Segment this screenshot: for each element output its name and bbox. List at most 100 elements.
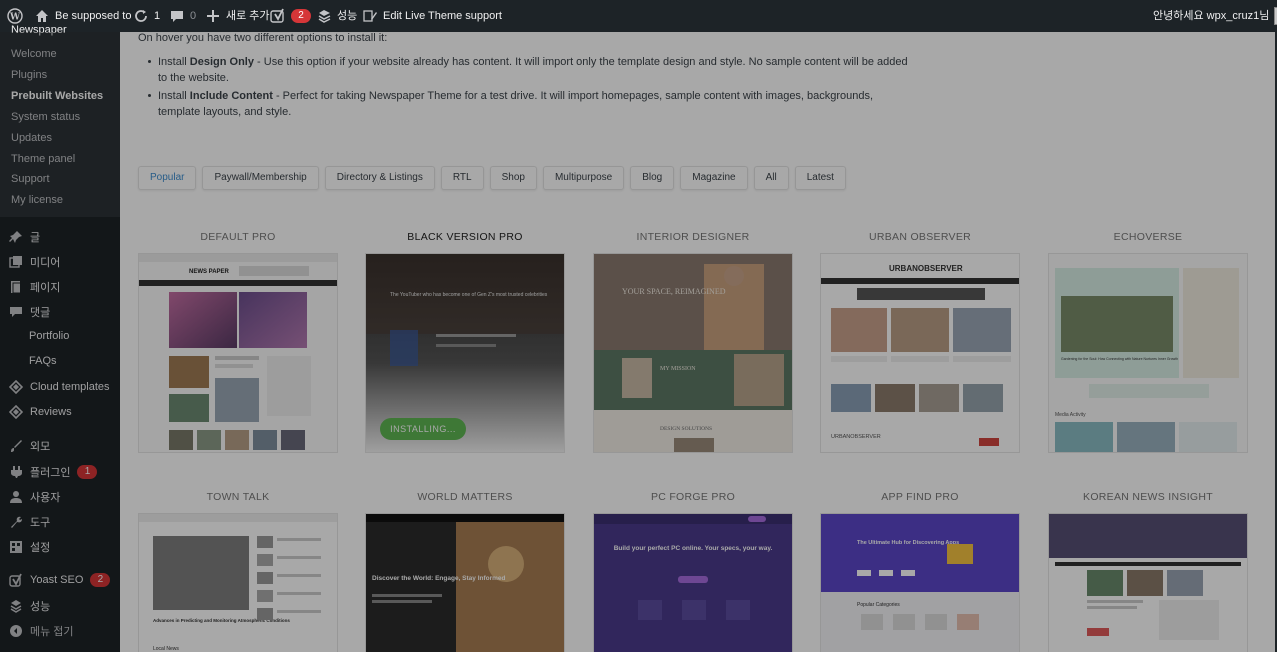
tab-paywall-membership[interactable]: Paywall/Membership — [202, 166, 319, 190]
menu-reviews[interactable]: Reviews — [9, 405, 72, 419]
menu-appearance-label: 외모 — [30, 441, 51, 453]
menu-portfolio[interactable]: Portfolio — [29, 330, 69, 342]
code-diamond-icon — [9, 405, 23, 419]
option-include-content: Install Include Content - Perfect for ta… — [148, 88, 918, 120]
thumb-world-matters[interactable]: Discover the World: Engage, Stay Informe… — [365, 513, 565, 652]
thumb-black-headline: The YouTuber who has become one of Gen Z… — [390, 292, 548, 298]
menu-collapse[interactable]: 메뉴 접기 — [9, 623, 74, 639]
card-title-pc-forge-pro: PC FORGE PRO — [650, 491, 736, 503]
submenu-plugins[interactable]: Plugins — [11, 69, 47, 81]
menu-faqs[interactable]: FAQs — [29, 355, 57, 367]
thumb-echoverse[interactable]: Gardening for the Soul: How Connecting w… — [1048, 253, 1248, 453]
tab-rtl[interactable]: RTL — [440, 166, 484, 190]
thumb-urban-sub: URBANOBSERVER — [831, 434, 881, 440]
performance-icon — [10, 600, 22, 613]
card-title-echoverse: ECHOVERSE — [1113, 231, 1183, 243]
menu-faqs-label: FAQs — [29, 355, 57, 367]
theme-support-label: Theme support — [428, 10, 502, 22]
menu-yoast[interactable]: Yoast SEO 2 — [9, 573, 111, 587]
tab-shop[interactable]: Shop — [489, 166, 537, 190]
updates-link[interactable]: 1 — [133, 0, 160, 32]
thumb-default-pro[interactable]: NEWS PAPER — [138, 253, 338, 453]
comments-count: 0 — [190, 10, 197, 22]
category-tabs: Popular Paywall/Membership Directory & L… — [138, 166, 846, 190]
card-title-world-matters: WORLD MATTERS — [417, 491, 513, 503]
menu-pages[interactable]: 페이지 — [9, 279, 60, 295]
wrench-icon — [11, 516, 22, 528]
option1-bold: Design Only — [189, 56, 254, 68]
collapse-icon — [10, 625, 22, 637]
submenu-updates[interactable]: Updates — [11, 132, 52, 144]
newspaper-submenu: Newspaper Welcome Plugins Prebuilt Websi… — [0, 24, 120, 217]
intro-text: On hover you have two different options … — [138, 32, 388, 44]
thumb-urban-observer[interactable]: URBANOBSERVER URBANOBSERVER — [820, 253, 1020, 453]
comments-link[interactable]: 0 — [169, 0, 196, 32]
menu-media[interactable]: 미디어 — [9, 254, 60, 270]
new-content-link[interactable]: 새로 추가 — [205, 0, 270, 32]
yoast-icon — [9, 573, 22, 587]
card-title-interior-designer: INTERIOR DESIGNER — [636, 231, 750, 243]
menu-posts[interactable]: 글 — [9, 229, 40, 245]
menu-cloud-templates[interactable]: Cloud templates — [9, 380, 110, 394]
refresh-icon — [135, 10, 147, 22]
admin-sidebar: Newspaper Welcome Plugins Prebuilt Websi… — [0, 24, 120, 652]
card-title-black-version-pro: BLACK VERSION PRO — [407, 231, 523, 243]
tab-directory-listings[interactable]: Directory & Listings — [324, 166, 435, 190]
option1-text: - Use this option if your website alread… — [158, 56, 908, 84]
menu-cloud-templates-label: Cloud templates — [30, 381, 110, 393]
menu-yoast-label: Yoast SEO — [30, 574, 84, 586]
tab-latest[interactable]: Latest — [794, 166, 846, 190]
card-title-default-pro: DEFAULT PRO — [200, 231, 276, 243]
submenu-welcome[interactable]: Welcome — [11, 48, 57, 60]
option1-prefix: Install — [158, 56, 190, 68]
home-icon — [36, 10, 48, 22]
thumb-echo-activity: Media Activity — [1055, 412, 1086, 418]
tab-magazine[interactable]: Magazine — [680, 166, 748, 190]
tab-popular[interactable]: Popular — [138, 166, 197, 190]
edit-live-link[interactable]: Edit Live — [362, 0, 425, 32]
submenu-theme-panel[interactable]: Theme panel — [11, 153, 75, 165]
menu-performance-label: 성능 — [30, 601, 51, 613]
menu-plugins-label: 플러그인 — [30, 467, 71, 479]
yoast-admin-link[interactable]: 2 — [270, 0, 311, 32]
tab-blog[interactable]: Blog — [630, 166, 675, 190]
thumb-black-version-pro[interactable]: The YouTuber who has become one of Gen Z… — [365, 253, 565, 453]
theme-support-link[interactable]: Theme support — [428, 0, 502, 32]
submenu-support[interactable]: Support — [11, 173, 50, 185]
menu-posts-label: 글 — [30, 232, 41, 244]
card-title-town-talk: TOWN TALK — [206, 491, 270, 503]
menu-comments-label: 댓글 — [30, 307, 51, 319]
thumb-app-hero: The Ultimate Hub for Discovering Apps — [857, 540, 959, 546]
submenu-title-clipped[interactable]: Newspaper — [11, 24, 67, 36]
menu-settings[interactable]: 설정 — [9, 539, 50, 555]
thumb-pc-forge-pro[interactable]: Build your perfect PC online. Your specs… — [593, 513, 793, 652]
card-title-app-find-pro: APP FIND PRO — [881, 491, 959, 503]
user-icon — [10, 491, 22, 503]
menu-performance[interactable]: 성능 — [9, 598, 50, 614]
thumb-town-talk[interactable]: Advances in Predicting and Monitoring At… — [138, 513, 338, 652]
thumb-world-hero: Discover the World: Engage, Stay Informe… — [372, 575, 506, 582]
performance-link[interactable]: 성능 — [316, 0, 357, 32]
new-label: 새로 추가 — [226, 10, 270, 22]
menu-plugins[interactable]: 플러그인 1 — [9, 464, 98, 480]
thumb-interior-designer[interactable]: YOUR SPACE, REIMAGINED MY MISSION DESIGN… — [593, 253, 793, 453]
menu-reviews-label: Reviews — [30, 406, 72, 418]
menu-pages-label: 페이지 — [30, 282, 61, 294]
thumb-interior-solutions: DESIGN SOLUTIONS — [660, 426, 712, 432]
menu-appearance[interactable]: 외모 — [9, 438, 50, 454]
submenu-system-status[interactable]: System status — [11, 111, 80, 123]
submenu-prebuilt-websites[interactable]: Prebuilt Websites — [11, 90, 103, 102]
my-account-link[interactable]: 안녕하세요 wpx_cruz1님 — [1153, 0, 1277, 32]
menu-media-label: 미디어 — [30, 257, 61, 269]
menu-comments[interactable]: 댓글 — [9, 304, 50, 320]
tab-all[interactable]: All — [753, 166, 789, 190]
tab-multipurpose[interactable]: Multipurpose — [542, 166, 625, 190]
yoast-badge: 2 — [291, 9, 311, 23]
thumb-korean-news-insight[interactable] — [1048, 513, 1248, 652]
thumb-app-find-pro[interactable]: The Ultimate Hub for Discovering Apps Po… — [820, 513, 1020, 652]
media-icon — [9, 256, 22, 268]
admin-bar: W Be supposed to 1 0 새로 추가 2 성능 Edit Liv… — [0, 0, 1277, 32]
menu-tools[interactable]: 도구 — [9, 514, 50, 530]
submenu-my-license[interactable]: My license — [11, 194, 63, 206]
menu-users[interactable]: 사용자 — [9, 489, 60, 505]
